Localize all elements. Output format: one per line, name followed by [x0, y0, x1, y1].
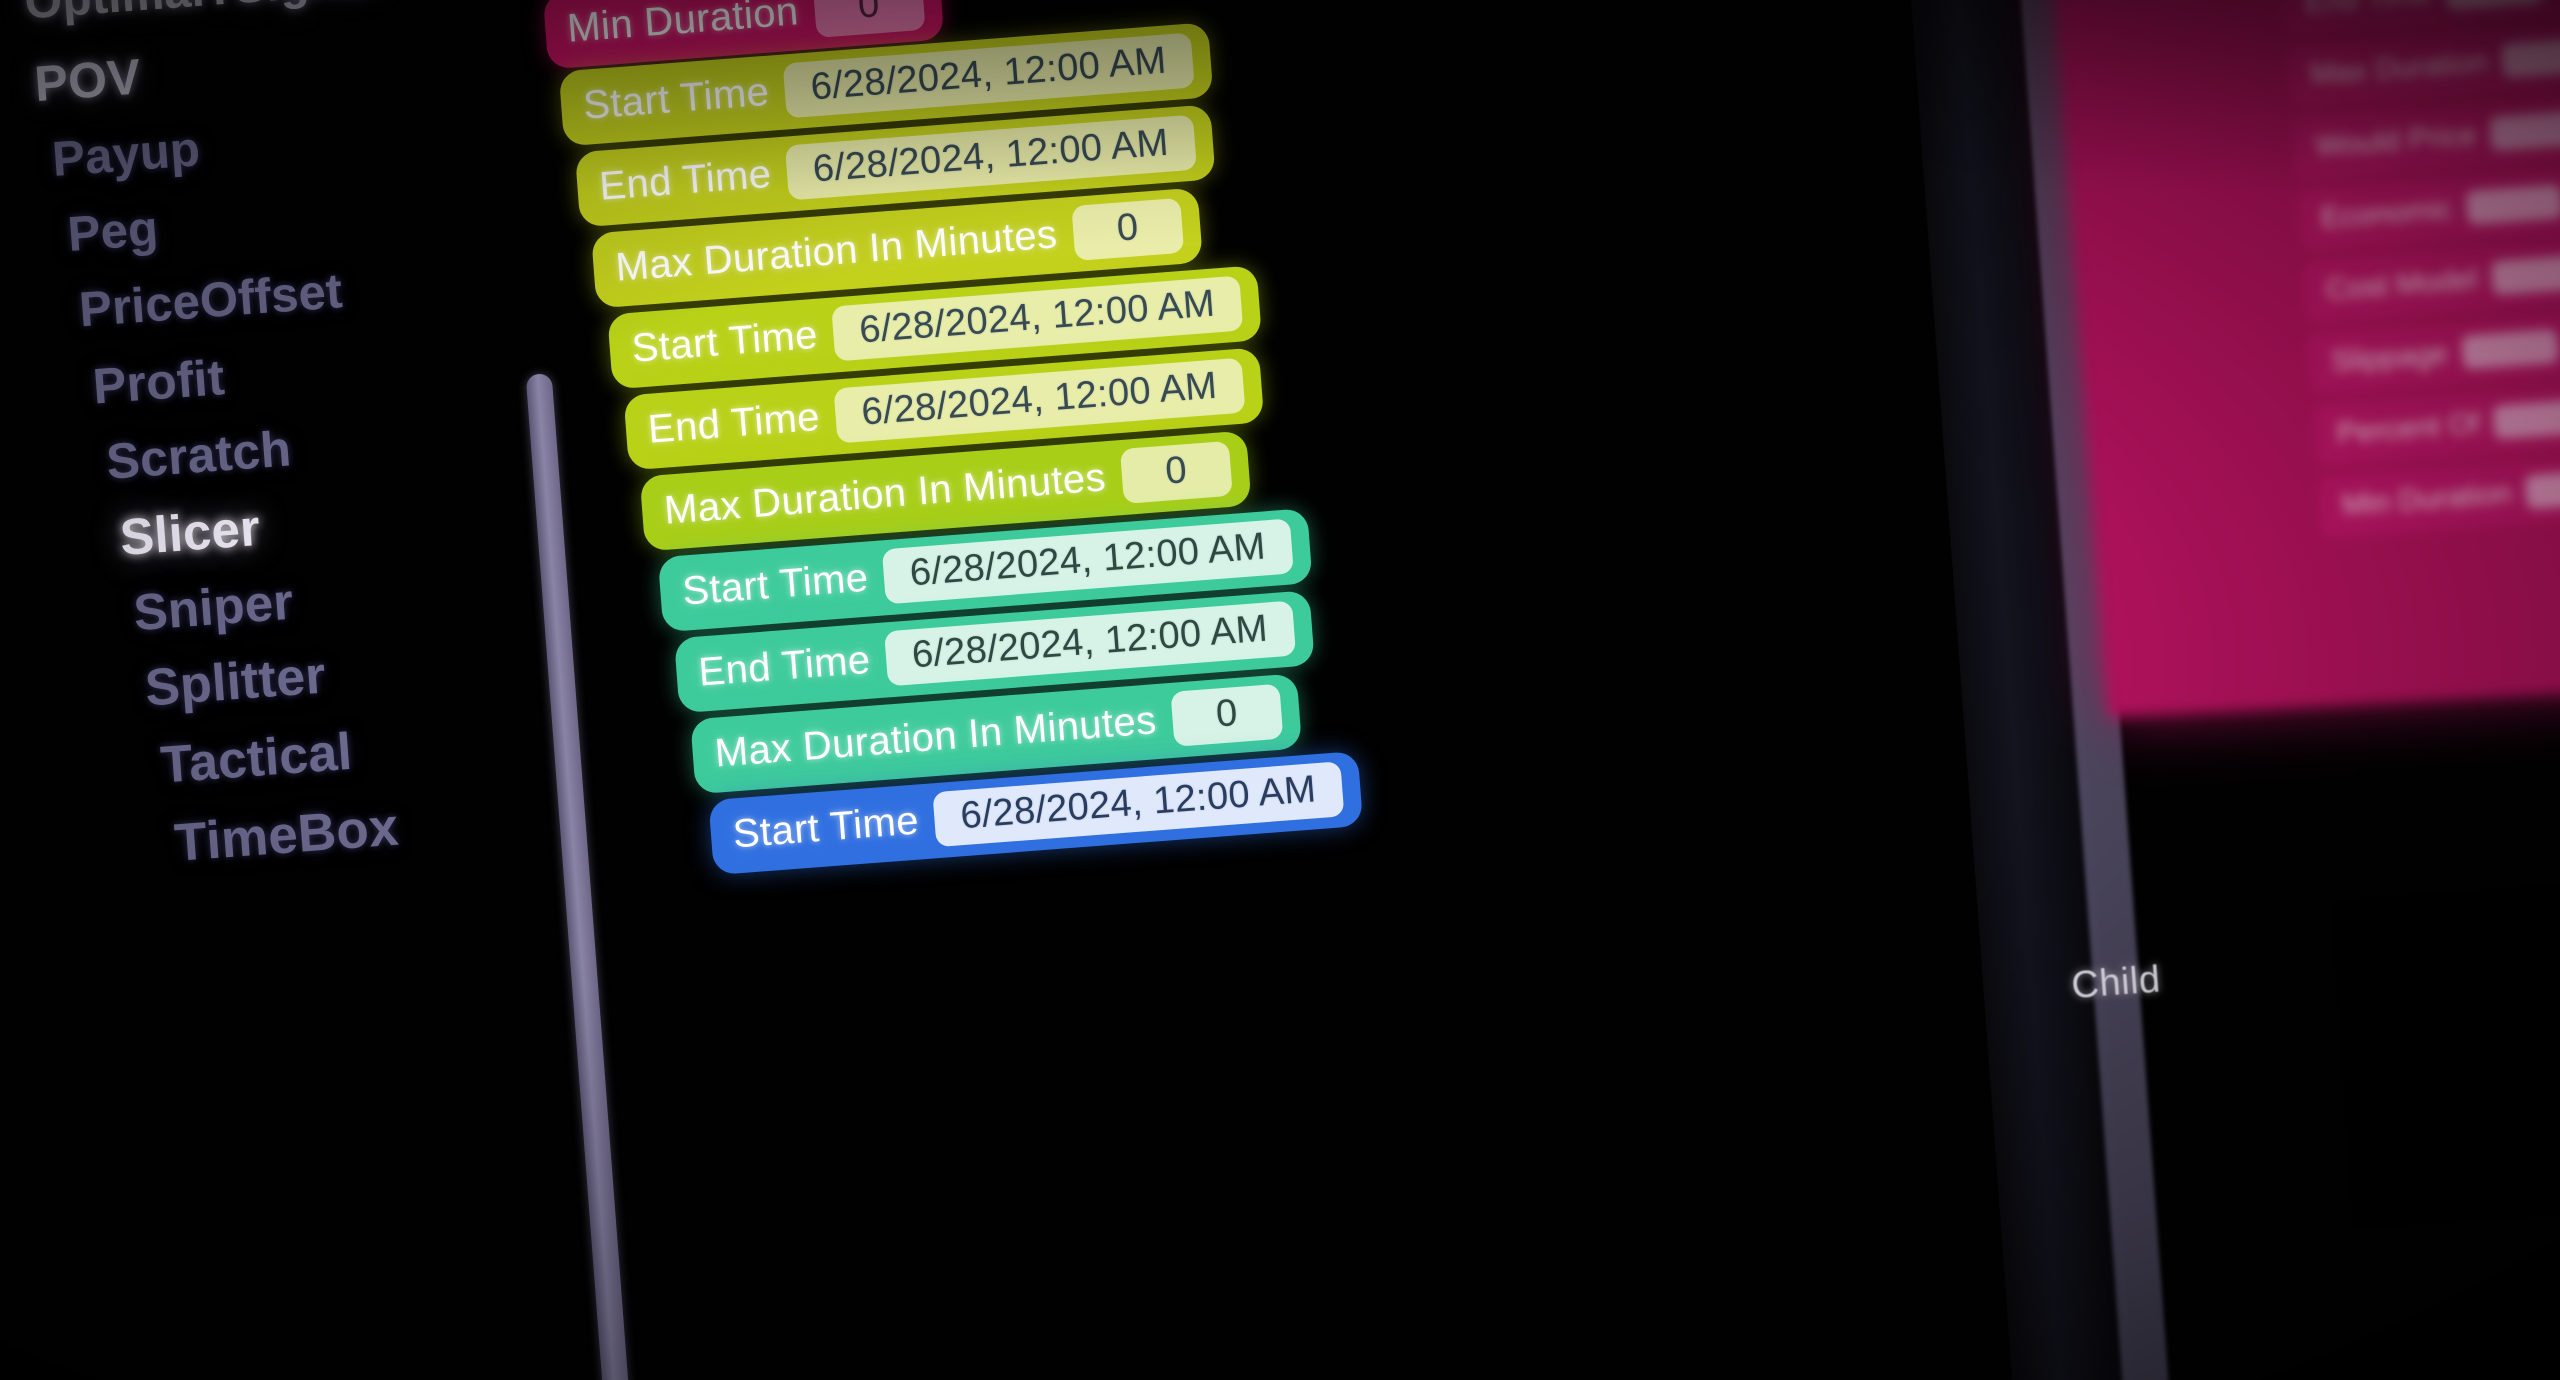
- child-parameter-label: Max Duration: [2309, 45, 2490, 92]
- panel-shadow-block: [2330, 876, 2560, 1230]
- parameter-label: Start Time: [680, 555, 870, 614]
- parameter-list: Max Duration In Minutes0Min Duration0Sta…: [468, 0, 1608, 1380]
- sidebar-item-priceoffset[interactable]: PriceOffset: [77, 263, 344, 338]
- parameter-datetime-input[interactable]: 6/28/2024, 12:00 AM: [882, 518, 1294, 605]
- child-parameter-value[interactable]: [2444, 0, 2543, 10]
- sidebar-item-sniper[interactable]: Sniper: [131, 572, 296, 643]
- parameter-number-input[interactable]: 0: [812, 0, 926, 38]
- child-parameter-value[interactable]: [2465, 184, 2560, 225]
- child-parameter-value[interactable]: [2490, 254, 2560, 296]
- sidebar-item-scratch[interactable]: Scratch: [104, 419, 293, 490]
- child-parameter-label: Would Price: [2314, 118, 2478, 163]
- sidebar-item-splitter[interactable]: Splitter: [143, 645, 328, 718]
- parameter-number-input[interactable]: 0: [1170, 683, 1284, 747]
- parameter-datetime-input[interactable]: 6/28/2024, 12:00 AM: [833, 357, 1246, 444]
- sidebar-item-tactical[interactable]: Tactical: [159, 722, 354, 796]
- sidebar-item-profit[interactable]: Profit: [91, 348, 227, 415]
- screenshot-root: OptimalTSignal POV Payup PegPriceOffset Prof…: [0, 0, 2560, 1380]
- monitor-screen: OptimalTSignal POV Payup PegPriceOffset Prof…: [0, 0, 2560, 1380]
- parameter-label: Min Duration: [565, 0, 801, 51]
- parameter-datetime-input[interactable]: 6/28/2024, 12:00 AM: [785, 114, 1197, 201]
- parameter-label: Max Duration In Minutes: [662, 455, 1108, 533]
- parameter-number-input[interactable]: 0: [1119, 440, 1233, 504]
- child-parameter-value[interactable]: [2501, 36, 2560, 78]
- sidebar-item-payup[interactable]: Payup: [50, 121, 202, 188]
- parameter-number-input[interactable]: 0: [1071, 197, 1185, 261]
- parameter-label: Start Time: [630, 312, 820, 371]
- child-parameter-value[interactable]: [2489, 110, 2560, 152]
- child-parameter-label: End Time: [2304, 0, 2433, 20]
- child-parameter-label: Min Duration: [2340, 476, 2513, 522]
- parameter-datetime-input[interactable]: 6/28/2024, 12:00 AM: [884, 600, 1296, 687]
- parameter-label: Max Duration In Minutes: [614, 212, 1059, 290]
- parameter-label: Start Time: [581, 69, 771, 128]
- parameter-label: End Time: [646, 394, 822, 452]
- sidebar-item-timebox[interactable]: TimeBox: [172, 797, 400, 874]
- child-parameter-label: Cost Model: [2325, 262, 2479, 307]
- sidebar-item-optimaltsignal[interactable]: OptimalTSignal: [23, 0, 381, 31]
- sidebar-item-slicer[interactable]: Slicer: [118, 498, 262, 567]
- child-parameter-label: Economic: [2319, 192, 2454, 235]
- parameter-label: End Time: [696, 637, 873, 695]
- child-parameter-value[interactable]: [2492, 398, 2560, 440]
- parameter-label: Start Time: [731, 798, 921, 857]
- parameter-label: End Time: [597, 151, 773, 209]
- parameter-datetime-input[interactable]: 6/28/2024, 12:00 AM: [831, 275, 1243, 362]
- child-parameter-label: Percent Of: [2335, 406, 2482, 451]
- child-parameter-value[interactable]: [2460, 328, 2560, 370]
- child-parameter-value[interactable]: [2524, 468, 2560, 510]
- sidebar-item-pov[interactable]: POV: [33, 47, 143, 113]
- parameter-label: Max Duration In Minutes: [713, 698, 1158, 776]
- child-parameter-list: End Time Max Duration Would Price Economic C…: [2280, 0, 2560, 578]
- child-group-label: Child: [2070, 958, 2162, 1007]
- parameter-datetime-input[interactable]: 6/28/2024, 12:00 AM: [932, 761, 1345, 848]
- child-parameter-label: Slippage: [2330, 336, 2450, 379]
- sidebar-item-peg[interactable]: Peg: [66, 201, 160, 263]
